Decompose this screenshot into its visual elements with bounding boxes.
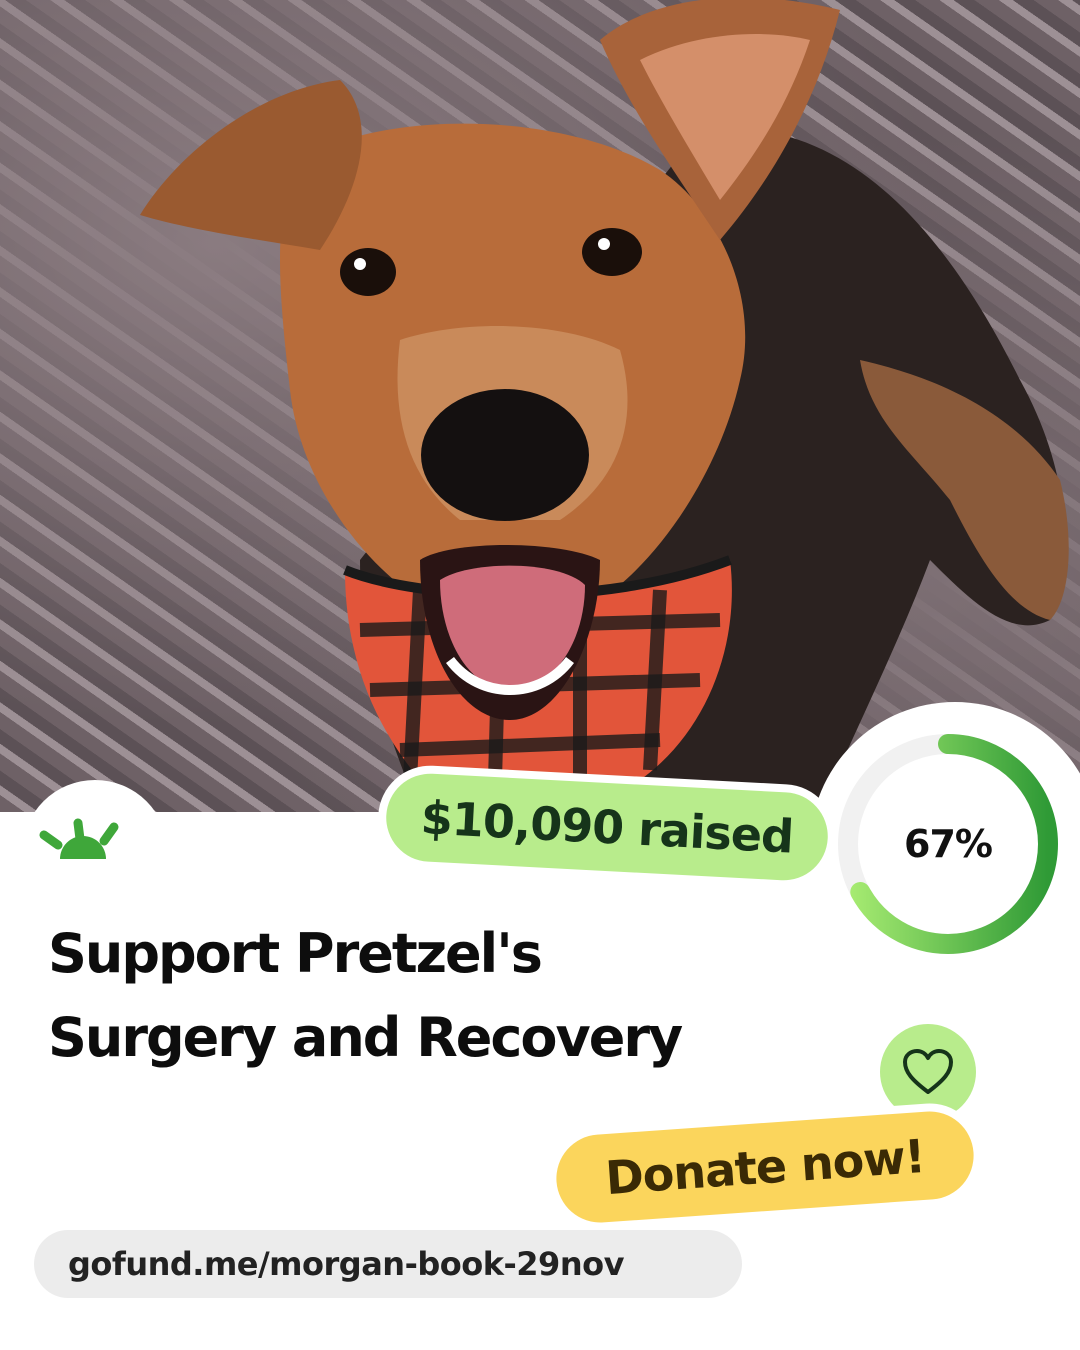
fundraiser-title: Support Pretzel's Surgery and Recovery [48, 912, 808, 1080]
gofundme-sunrise-logo-icon [39, 818, 119, 859]
dog-photo [0, 0, 1080, 812]
fundraiser-title-line2: Surgery and Recovery [48, 1006, 683, 1069]
progress-percent: 67% [904, 822, 993, 866]
amount-raised-label: $10,090 raised [384, 771, 830, 883]
fundraiser-link[interactable]: gofund.me/morgan-book-29nov [34, 1230, 742, 1298]
fundraiser-title-line1: Support Pretzel's [48, 922, 543, 985]
donate-button-label: Donate now! [553, 1108, 977, 1226]
dog-illustration [140, 0, 1069, 812]
fundraiser-card: 67% $10,090 raised Support Pretzel's Sur… [0, 0, 1080, 1350]
heart-icon [903, 1049, 953, 1094]
